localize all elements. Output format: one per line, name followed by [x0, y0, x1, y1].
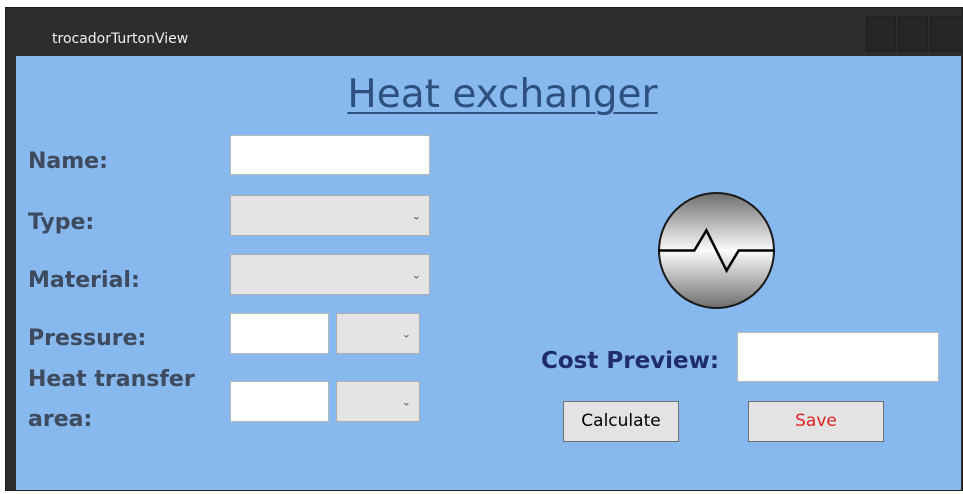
cost-preview-field	[737, 332, 939, 382]
chevron-down-icon: ⌄	[411, 269, 421, 281]
material-label: Material:	[28, 268, 140, 293]
name-label: Name:	[28, 149, 108, 174]
minimize-button[interactable]	[866, 16, 896, 52]
chevron-down-icon: ⌄	[401, 396, 411, 408]
material-select[interactable]: ⌄	[230, 254, 430, 295]
cost-preview-label: Cost Preview:	[541, 348, 720, 374]
page-title: Heat exchanger	[347, 72, 658, 117]
maximize-button[interactable]	[898, 16, 928, 52]
name-input[interactable]	[230, 135, 430, 175]
heat-exchanger-icon	[658, 192, 775, 309]
window-title: trocadorTurtonView	[52, 31, 189, 47]
pressure-label: Pressure:	[28, 326, 147, 351]
calculate-button[interactable]: Calculate	[563, 401, 679, 442]
form-area: Heat exchanger Name: Type: ⌄ Material: ⌄…	[16, 56, 961, 490]
close-button[interactable]	[930, 16, 963, 52]
type-select[interactable]: ⌄	[230, 195, 430, 236]
pressure-input[interactable]	[230, 313, 329, 354]
save-button[interactable]: Save	[748, 401, 884, 442]
chevron-down-icon: ⌄	[401, 328, 411, 340]
app-window: trocadorTurtonView Heat exchanger Name: …	[5, 7, 963, 491]
type-label: Type:	[28, 210, 95, 235]
area-label-line2: area:	[28, 407, 93, 432]
area-label-line1: Heat transfer	[28, 367, 195, 392]
chevron-down-icon: ⌄	[411, 210, 421, 222]
area-unit-select[interactable]: ⌄	[336, 381, 420, 422]
title-bar: trocadorTurtonView	[6, 8, 963, 53]
pressure-unit-select[interactable]: ⌄	[336, 313, 420, 354]
area-input[interactable]	[230, 381, 329, 422]
